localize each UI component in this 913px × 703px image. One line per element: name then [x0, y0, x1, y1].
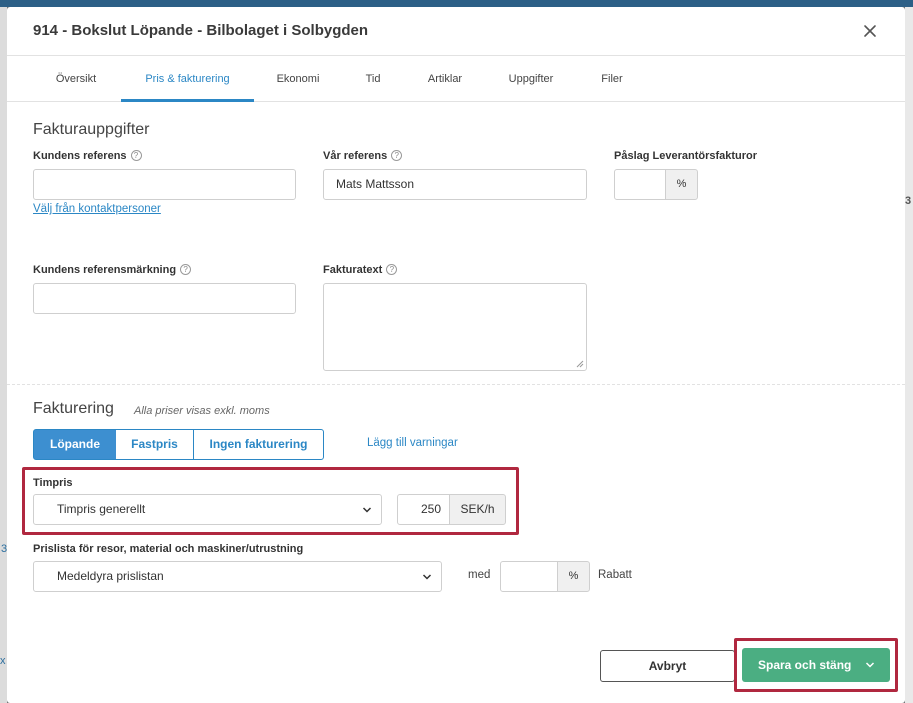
- timpris-amount-input[interactable]: 250: [397, 494, 450, 525]
- rabatt-percent-addon: %: [557, 561, 590, 592]
- fakturauppgifter-heading: Fakturauppgifter: [33, 121, 150, 138]
- tab-tid[interactable]: Tid: [357, 56, 389, 102]
- mode-fastpris-button[interactable]: Fastpris: [116, 429, 194, 460]
- help-icon[interactable]: ?: [386, 264, 398, 275]
- modal-header: 914 - Bokslut Löpande - Bilbolaget i Sol…: [7, 7, 905, 55]
- med-label: med: [468, 569, 491, 581]
- background-right-strip: [905, 7, 913, 703]
- help-icon[interactable]: ?: [391, 150, 403, 161]
- background-top-bar: [0, 0, 913, 7]
- background-fragment: 3: [905, 195, 912, 207]
- var-referens-label: Vår referens?: [323, 150, 403, 162]
- paslag-percent-addon: %: [665, 169, 698, 200]
- timpris-unit-addon: SEK/h: [449, 494, 506, 525]
- referensmarkning-input[interactable]: [33, 283, 296, 314]
- cancel-button[interactable]: Avbryt: [600, 650, 735, 682]
- tab-uppgifter[interactable]: Uppgifter: [498, 56, 564, 102]
- resize-handle-icon[interactable]: [576, 360, 584, 368]
- chevron-down-icon: [362, 505, 372, 515]
- timpris-select-value: Timpris generellt: [57, 502, 146, 516]
- timpris-label: Timpris: [33, 477, 73, 489]
- prislista-select[interactable]: Medeldyra prislistan: [33, 561, 442, 592]
- prislista-label: Prislista för resor, material och maskin…: [33, 543, 304, 555]
- var-referens-input[interactable]: Mats Mattsson: [323, 169, 587, 200]
- help-icon[interactable]: ?: [180, 264, 192, 275]
- valj-fran-kontaktpersoner-link[interactable]: Välj från kontaktpersoner: [33, 203, 161, 215]
- background-left-strip: [0, 7, 7, 703]
- timpris-select[interactable]: Timpris generellt: [33, 494, 382, 525]
- fakturering-heading: Fakturering: [33, 400, 114, 417]
- fakturatext-label: Fakturatext?: [323, 264, 398, 276]
- paslag-input[interactable]: [614, 169, 666, 200]
- chevron-down-icon: [422, 572, 432, 582]
- help-icon[interactable]: ?: [130, 150, 142, 161]
- tab-filer[interactable]: Filer: [592, 56, 632, 102]
- tab-oversikt[interactable]: Översikt: [45, 56, 107, 102]
- fakturering-subtitle: Alla priser visas exkl. moms: [134, 405, 270, 417]
- kundens-referens-input[interactable]: [33, 169, 296, 200]
- section-divider: [7, 384, 905, 385]
- tab-artiklar[interactable]: Artiklar: [417, 56, 473, 102]
- lagg-till-varningar-link[interactable]: Lägg till varningar: [367, 437, 458, 449]
- chevron-down-icon[interactable]: [865, 660, 875, 670]
- mode-lopande-button[interactable]: Löpande: [33, 429, 117, 460]
- referensmarkning-label: Kundens referensmärkning?: [33, 264, 192, 276]
- tab-ekonomi[interactable]: Ekonomi: [267, 56, 329, 102]
- prislista-select-value: Medeldyra prislistan: [57, 569, 164, 583]
- close-button[interactable]: [859, 20, 881, 42]
- modal-title: 914 - Bokslut Löpande - Bilbolaget i Sol…: [33, 22, 369, 39]
- save-and-close-button[interactable]: Spara och stäng: [742, 648, 890, 682]
- tab-bar: Översikt Pris & fakturering Ekonomi Tid …: [7, 55, 905, 102]
- project-modal: 914 - Bokslut Löpande - Bilbolaget i Sol…: [7, 7, 905, 703]
- tab-pris-fakturering[interactable]: Pris & fakturering: [121, 56, 254, 102]
- rabatt-label: Rabatt: [598, 569, 632, 581]
- mode-ingen-fakturering-button[interactable]: Ingen fakturering: [193, 429, 324, 460]
- save-button-label: Spara och stäng: [758, 658, 852, 672]
- paslag-label: Påslag Leverantörsfakturor: [614, 150, 758, 162]
- background-fragment: x: [0, 655, 6, 667]
- fakturatext-textarea[interactable]: [323, 283, 587, 371]
- rabatt-input[interactable]: [500, 561, 558, 592]
- kundens-referens-label: Kundens referens?: [33, 150, 142, 162]
- close-icon: [864, 25, 876, 37]
